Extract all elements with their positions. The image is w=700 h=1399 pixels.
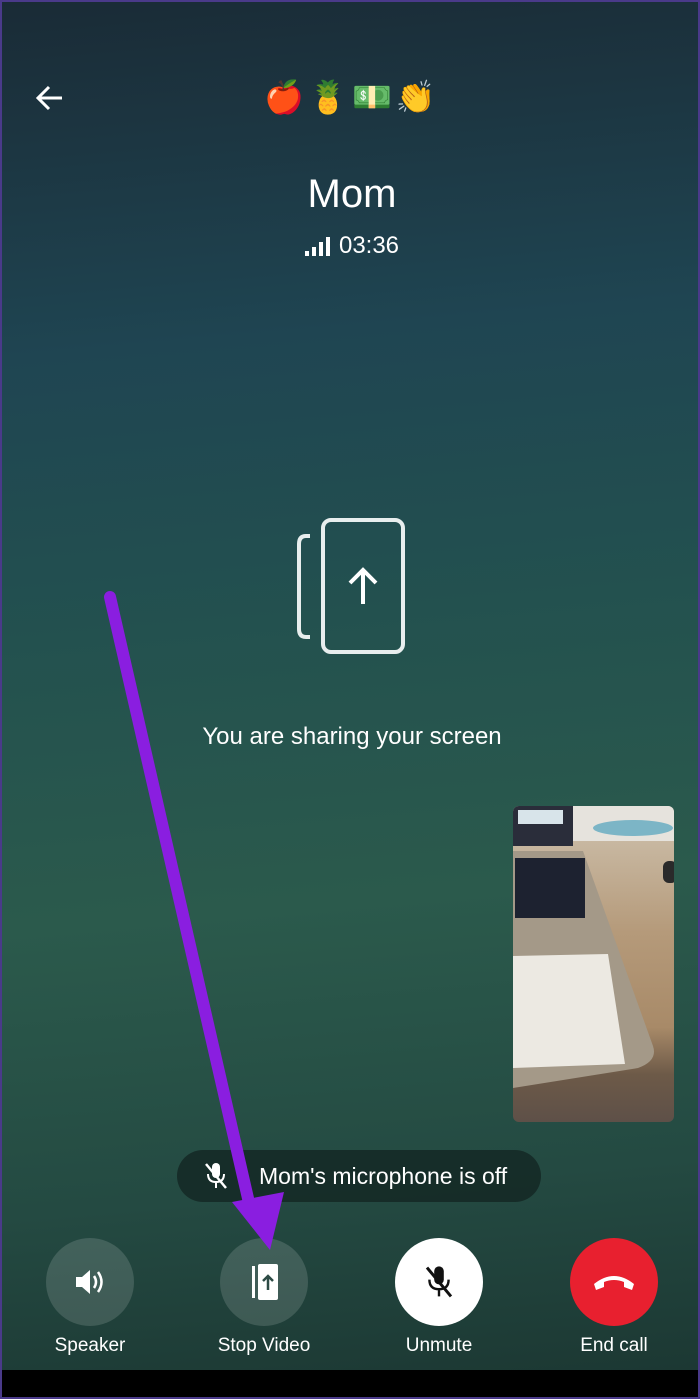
- end-call-icon: [594, 1276, 634, 1290]
- mic-off-icon: [205, 1163, 227, 1189]
- mic-off-toast: Mom's microphone is off: [177, 1150, 541, 1202]
- call-duration: 03:36: [338, 232, 400, 259]
- stop-video-label: Stop Video: [217, 1335, 311, 1356]
- speaker-button[interactable]: [46, 1238, 134, 1326]
- screen-share-icon: [252, 1264, 278, 1300]
- emoji-reactions: 🍎🍍💵👏: [264, 79, 440, 115]
- sharing-message: You are sharing your screen: [202, 723, 502, 750]
- toast-text: Mom's microphone is off: [259, 1162, 508, 1189]
- speaker-icon: [76, 1270, 103, 1294]
- contact-name: Mom: [307, 172, 397, 216]
- unmute-button[interactable]: [395, 1238, 483, 1326]
- mic-off-icon: [425, 1266, 453, 1298]
- end-call-button[interactable]: [570, 1238, 658, 1326]
- system-nav-bar: [0, 1370, 700, 1399]
- stop-video-button[interactable]: [220, 1238, 308, 1326]
- camera-feed-image: [513, 806, 674, 1088]
- signal-strength-icon: [304, 237, 330, 256]
- speaker-label: Speaker: [54, 1335, 126, 1356]
- self-view-video[interactable]: [513, 806, 674, 1122]
- end-call-label: End call: [580, 1335, 648, 1356]
- unmute-label: Unmute: [405, 1335, 473, 1356]
- call-status: 03:36: [2, 232, 700, 260]
- call-screen: 🍎🍍💵👏 Mom 03:36 You are sharing your scre…: [0, 0, 700, 1370]
- screen-share-icon: [297, 518, 405, 654]
